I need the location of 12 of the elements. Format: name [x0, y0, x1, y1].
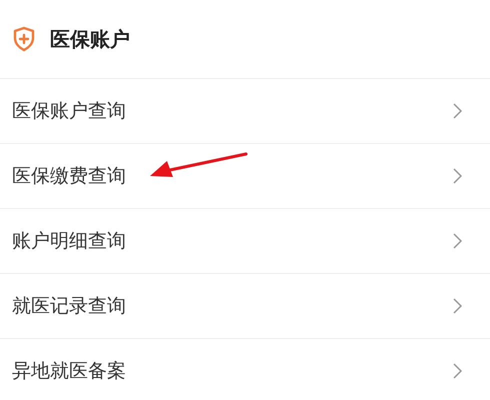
section-title: 医保账户	[50, 26, 130, 53]
menu-item[interactable]: 医保缴费查询	[0, 143, 490, 208]
chevron-right-icon	[453, 168, 462, 184]
chevron-right-icon	[453, 103, 462, 119]
menu-item[interactable]: 医保账户查询	[0, 78, 490, 143]
menu-item[interactable]: 就医记录查询	[0, 273, 490, 338]
shield-plus-icon	[12, 26, 36, 52]
chevron-right-icon	[453, 233, 462, 249]
menu-item[interactable]: 异地就医备案	[0, 338, 490, 400]
chevron-right-icon	[453, 298, 462, 314]
chevron-right-icon	[453, 363, 462, 379]
menu-item[interactable]: 账户明细查询	[0, 208, 490, 273]
